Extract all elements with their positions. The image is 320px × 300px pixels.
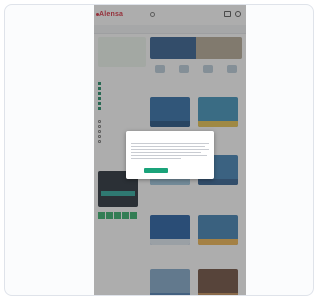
webpage: Alensa: [94, 5, 246, 295]
cookie-settings-button[interactable]: [172, 168, 196, 173]
dialog-text-line: [131, 155, 207, 157]
accept-cookies-button[interactable]: [144, 168, 168, 173]
dialog-text-line: [131, 146, 205, 148]
cookie-consent-dialog: [126, 131, 214, 179]
browser-frame: Alensa: [4, 4, 314, 296]
dialog-text-line: [131, 143, 209, 145]
dialog-text-line: [131, 149, 209, 151]
dialog-text-line: [131, 152, 201, 154]
dialog-text-line: [131, 158, 181, 160]
